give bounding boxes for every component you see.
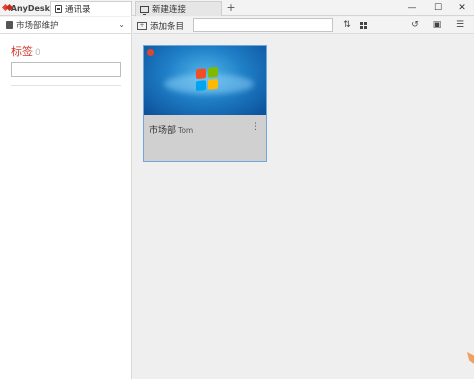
add-tab-button[interactable]: + [225,1,237,15]
divider [11,85,121,86]
tab-new-connection[interactable]: 新建连接 [135,1,222,16]
history-icon[interactable]: ↺ [408,18,422,32]
close-button[interactable]: ✕ [452,0,472,16]
tab-address-book[interactable]: 通讯录 [50,1,132,16]
hamburger-menu-icon[interactable]: ☰ [453,18,467,32]
sidebar: 市场部维护 ⌄ 标签 0 [0,17,132,379]
minimize-button[interactable]: — [402,0,422,16]
title-bar: AnyDesk 通讯录 新建连接 + — ☐ ✕ [0,0,474,16]
anydesk-logo-icon [3,4,8,12]
address-book-selector[interactable]: 市场部维护 ⌄ [0,17,131,34]
grid-view-icon[interactable] [360,22,367,29]
windows-logo-icon [196,66,218,92]
tags-count: 0 [35,48,41,58]
add-entry-button[interactable]: + 添加条目 [137,19,184,32]
status-offline-icon [147,49,154,56]
tab-address-book-label: 通讯录 [65,5,91,15]
toolbar: + 添加条目 ⇅ ↺ ▣ ☰ [133,17,474,34]
app-name: AnyDesk [10,3,50,13]
add-entry-label: 添加条目 [150,21,185,32]
address-book-content: 市场部 Tom ⋮ [133,35,474,379]
contact-icon[interactable]: ▣ [430,18,444,32]
entry-label: 市场部 Tom [149,123,193,136]
book-icon [6,21,13,29]
entry-user: Tom [178,126,194,135]
tab-new-connection-label: 新建连接 [152,5,187,15]
entry-name: 市场部 [149,126,177,136]
monitor-icon [140,5,149,15]
desktop-thumbnail [144,46,266,115]
sort-icon[interactable]: ⇅ [340,18,354,32]
tags-heading: 标签 0 [11,43,41,59]
maximize-button[interactable]: ☐ [428,0,448,16]
more-options-icon[interactable]: ⋮ [251,122,260,132]
address-book-entry[interactable]: 市场部 Tom ⋮ [143,45,267,162]
app-branding: AnyDesk [0,0,50,16]
tags-title: 标签 [11,45,33,58]
chevron-down-icon: ⌄ [118,20,125,29]
search-input[interactable] [193,18,333,32]
address-book-name: 市场部维护 [16,21,59,31]
address-book-icon [55,5,62,13]
tag-filter-input[interactable] [11,62,121,77]
add-entry-icon: + [137,21,147,30]
